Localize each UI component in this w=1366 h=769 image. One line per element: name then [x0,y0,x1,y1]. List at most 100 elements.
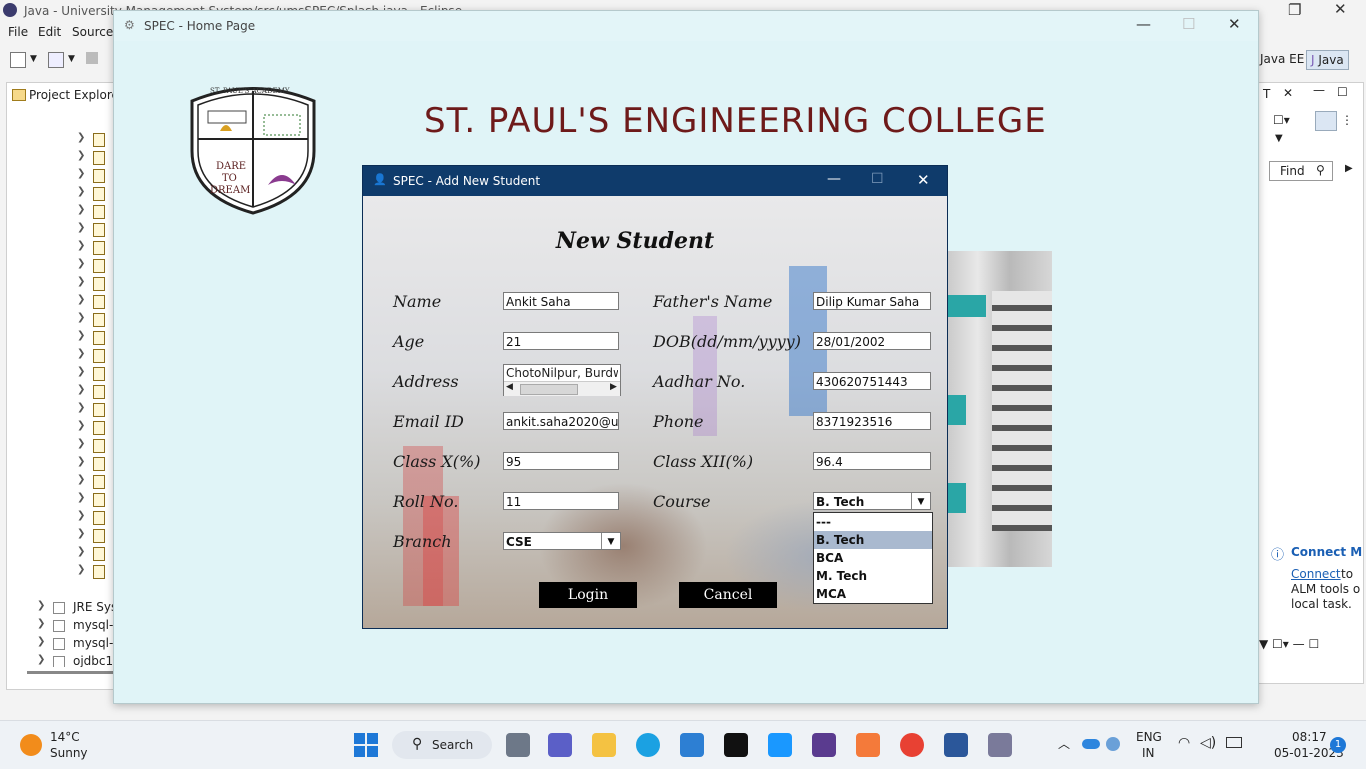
course-option[interactable]: M. Tech [814,567,932,585]
scroll-thumb[interactable] [520,384,578,395]
tree-item[interactable]: ❯ [7,347,117,365]
eclipse-close-icon[interactable]: ✕ [1334,0,1347,18]
tree-item[interactable]: ❯ [7,185,117,203]
volume-icon[interactable]: ◁) [1200,735,1216,751]
tree-item[interactable]: ❯ [7,527,117,545]
chevron-right-icon[interactable]: ❯ [77,366,85,377]
chevron-right-icon[interactable]: ❯ [77,186,85,197]
chevron-right-icon[interactable]: ❯ [77,492,85,503]
tree-item[interactable]: ❯ [7,131,117,149]
cloud-icon[interactable] [1106,737,1120,751]
login-button[interactable]: Login [539,582,637,608]
chevron-right-icon[interactable]: ❯ [77,384,85,395]
class-xii-field[interactable]: 96.4 [813,452,931,470]
weather-temp[interactable]: 14°C [50,730,80,744]
tree-item[interactable]: ❯ [7,545,117,563]
task-view-icon[interactable] [506,733,530,757]
mail-icon[interactable] [680,733,704,757]
sun-icon[interactable] [20,734,42,756]
close-icon[interactable]: ✕ [917,171,930,189]
chevron-down-icon[interactable]: ▼ [1275,133,1283,144]
chevron-right-icon[interactable]: ❯ [77,132,85,143]
roll-no-field[interactable]: 11 [503,492,619,510]
chevron-right-icon[interactable]: ❯ [77,564,85,575]
tree-item[interactable]: ❯ [7,563,117,581]
tree-item-jre[interactable]: ❯ JRE Syst [7,599,122,617]
branch-select[interactable]: CSE ▼ [503,532,621,550]
chevron-right-icon[interactable]: ❯ [77,222,85,233]
chevron-up-icon[interactable]: ︿ [1058,735,1070,752]
menu-source[interactable]: Source [72,25,113,39]
tree-item[interactable]: ❯ [7,221,117,239]
tree-item[interactable]: ❯ [7,293,117,311]
tree-item[interactable]: ❯ [7,383,117,401]
age-field[interactable]: 21 [503,332,619,350]
chevron-right-icon[interactable]: ❯ [77,330,85,341]
tree-item[interactable]: ❯ [7,473,117,491]
taskbar-search-box[interactable]: ⚲ Search [392,731,492,759]
close-icon[interactable]: ✕ [1228,15,1241,33]
eclipse-restore-icon[interactable]: ❐ [1288,1,1301,19]
minimize-icon[interactable]: — [1313,83,1325,97]
name-field[interactable]: Ankit Saha [503,292,619,310]
new-file-icon[interactable] [10,52,26,68]
maximize-icon[interactable]: ☐ [871,171,884,187]
maximize-icon[interactable]: ☐ [1337,85,1348,99]
onedrive-icon[interactable] [1082,739,1100,749]
course-option-selected[interactable]: B. Tech [814,531,932,549]
chevron-right-icon[interactable]: ❯ [37,636,45,647]
minimize-icon[interactable]: — [827,171,841,187]
tree-item[interactable]: ❯ [7,257,117,275]
chevron-right-icon[interactable]: ❯ [77,348,85,359]
phone-field[interactable]: 8371923516 [813,412,931,430]
windows-start-icon[interactable] [354,733,378,757]
tree-item[interactable]: ❯ [7,455,117,473]
chrome-icon[interactable] [900,733,924,757]
chevron-right-icon[interactable]: ❯ [37,654,45,665]
chevron-down-icon[interactable]: ▼ [601,533,620,549]
course-select[interactable]: B. Tech ▼ [813,492,931,510]
tree-item[interactable]: ❯ [7,329,117,347]
chevron-right-icon[interactable]: ❯ [77,474,85,485]
wifi-icon[interactable]: ◠ [1178,735,1190,751]
edge-icon[interactable] [636,733,660,757]
tree-item-ojdbc[interactable]: ❯ ojdbc14 [7,653,117,667]
prime-video-icon[interactable] [768,733,792,757]
chevron-right-icon[interactable]: ❯ [77,438,85,449]
tree-item[interactable]: ❯ [7,275,117,293]
tree-item-mysql-1[interactable]: ❯ mysql-c [7,617,120,635]
battery-icon[interactable] [1226,737,1242,748]
teams-icon[interactable] [548,733,572,757]
course-option[interactable]: MCA [814,585,932,603]
address-scrollbar[interactable]: ◀ ▶ [504,381,620,396]
tree-item[interactable]: ❯ [7,401,117,419]
close-icon[interactable]: ✕ [1283,86,1293,100]
chevron-right-icon[interactable]: ❯ [77,294,85,305]
dropdown-icon[interactable]: ▼ [68,54,75,64]
tree-item[interactable]: ❯ [7,239,117,257]
chevron-right-icon[interactable]: ❯ [77,240,85,251]
tree-item[interactable]: ❯ [7,365,117,383]
email-field[interactable]: ankit.saha2020@uem [503,412,619,430]
notification-badge[interactable]: 1 [1330,737,1346,753]
word-icon[interactable] [944,733,968,757]
find-input[interactable]: Find ⚲ [1269,161,1333,181]
chevron-right-icon[interactable]: ❯ [77,150,85,161]
panel-tab[interactable]: T [1263,87,1270,101]
tree-item[interactable]: ❯ [7,149,117,167]
tree-item[interactable]: ❯ [7,167,117,185]
scroll-right-icon[interactable]: ▶ [610,382,617,392]
cancel-button[interactable]: Cancel [679,582,777,608]
region-label[interactable]: IN [1142,746,1155,760]
weather-desc[interactable]: Sunny [50,746,88,760]
game-icon[interactable] [812,733,836,757]
tree-item[interactable]: ❯ [7,419,117,437]
chevron-right-icon[interactable]: ❯ [77,528,85,539]
tree-item[interactable]: ❯ [7,491,117,509]
menu-file[interactable]: File [8,25,28,39]
chevron-right-icon[interactable]: ❯ [77,420,85,431]
chevron-right-icon[interactable]: ❯ [77,456,85,467]
dropdown-icon[interactable]: ▼ [30,54,37,64]
tree-item-mysql-2[interactable]: ❯ mysql-c [7,635,120,653]
chevron-down-icon[interactable]: ▼ [911,493,930,509]
